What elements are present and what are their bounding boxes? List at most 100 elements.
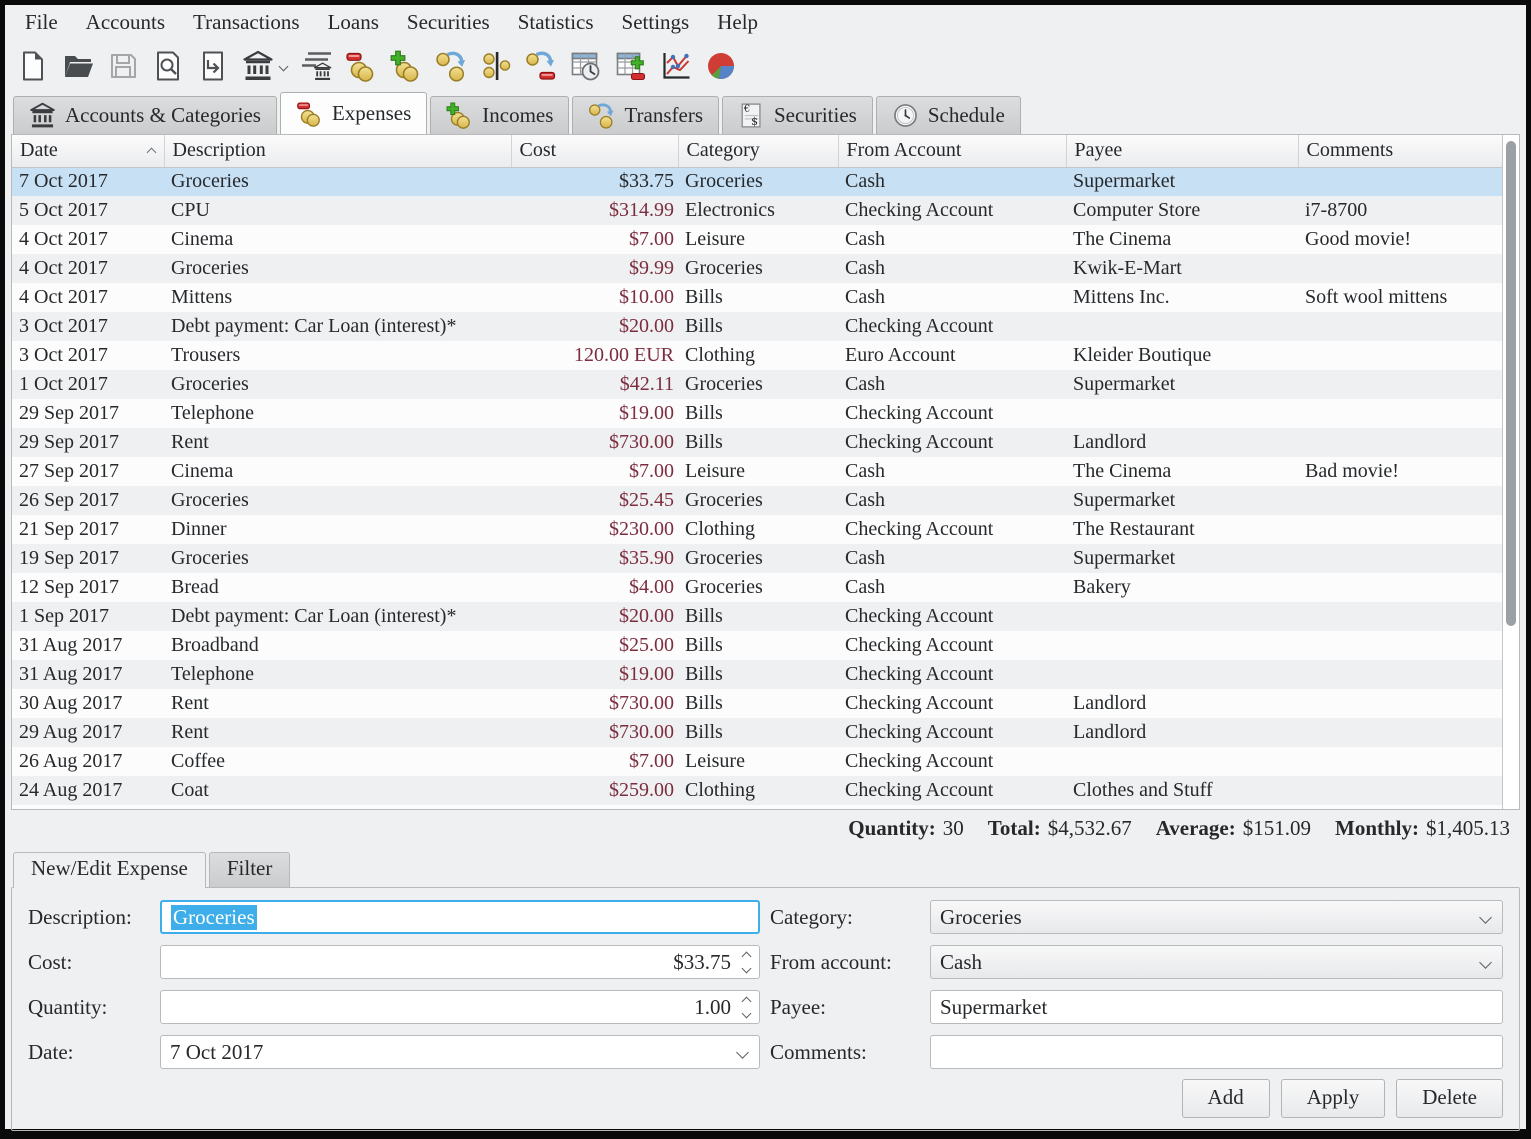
payee-input[interactable]: Supermarket <box>930 990 1503 1024</box>
menu-transactions[interactable]: Transactions <box>179 7 314 40</box>
menu-settings[interactable]: Settings <box>608 7 704 40</box>
new-transfer-button[interactable] <box>435 48 467 84</box>
table-row[interactable]: 19 Sep 2017Groceries$35.90GroceriesCashS… <box>12 544 1502 573</box>
delete-button[interactable]: Delete <box>1396 1079 1503 1118</box>
categories-pie-chart-button[interactable] <box>705 48 737 84</box>
new-expense-button[interactable] <box>345 48 377 84</box>
table-row[interactable]: 1 Oct 2017Groceries$42.11GroceriesCashSu… <box>12 370 1502 399</box>
column-header-description[interactable]: Description <box>164 135 511 167</box>
split-transaction-button[interactable] <box>480 48 512 84</box>
scrollbar-thumb[interactable] <box>1506 141 1516 626</box>
cell-comments <box>1298 341 1502 370</box>
cost-input[interactable]: $33.75 <box>160 945 760 979</box>
cell-cost: $9.99 <box>511 254 678 283</box>
menu-statistics[interactable]: Statistics <box>504 7 608 40</box>
table-row[interactable]: 27 Sep 2017Cinema$7.00LeisureCashThe Cin… <box>12 457 1502 486</box>
column-header-cost[interactable]: Cost <box>511 135 678 167</box>
cell-date: 27 Sep 2017 <box>12 457 164 486</box>
table-row[interactable]: 29 Aug 2017Rent$730.00BillsChecking Acco… <box>12 718 1502 747</box>
tab-schedule[interactable]: Schedule <box>876 96 1021 134</box>
table-row[interactable]: 4 Oct 2017Mittens$10.00BillsCashMittens … <box>12 283 1502 312</box>
cell-payee: The Cinema <box>1066 225 1298 254</box>
table-row[interactable]: 1 Sep 2017Debt payment: Car Loan (intere… <box>12 602 1502 631</box>
cell-date: 29 Sep 2017 <box>12 428 164 457</box>
menu-loans[interactable]: Loans <box>314 7 393 40</box>
tab-expenses[interactable]: Expenses <box>280 92 427 134</box>
cell-comments <box>1298 660 1502 689</box>
cell-description: Broadband <box>164 631 511 660</box>
table-row[interactable]: 3 Oct 2017Trousers120.00 EURClothingEuro… <box>12 341 1502 370</box>
tab-accounts-categories[interactable]: Accounts & Categories <box>13 96 277 134</box>
cost-spinner[interactable] <box>743 953 750 972</box>
open-file-button[interactable] <box>62 48 94 84</box>
vertical-scrollbar[interactable] <box>1502 135 1519 809</box>
comments-input[interactable] <box>930 1035 1503 1069</box>
quantity-spinner[interactable] <box>743 998 750 1017</box>
spin-down-icon[interactable] <box>742 963 752 973</box>
cell-description: Telephone <box>164 399 511 428</box>
table-row[interactable]: 31 Aug 2017Broadband$25.00BillsChecking … <box>12 631 1502 660</box>
new-account-button[interactable] <box>242 48 287 84</box>
table-row[interactable]: 31 Aug 2017Telephone$19.00BillsChecking … <box>12 660 1502 689</box>
new-income-button[interactable] <box>390 48 422 84</box>
table-row[interactable]: 12 Sep 2017Bread$4.00GroceriesCashBakery <box>12 573 1502 602</box>
column-header-date[interactable]: Date <box>12 135 164 167</box>
chart-over-time-button[interactable] <box>660 48 692 84</box>
tab-incomes[interactable]: Incomes <box>430 96 569 134</box>
column-label: From Account <box>847 139 962 161</box>
spin-down-icon[interactable] <box>742 1008 752 1018</box>
date-select[interactable]: 7 Oct 2017 <box>160 1035 760 1069</box>
apply-button[interactable]: Apply <box>1281 1079 1386 1118</box>
import-button[interactable] <box>197 48 229 84</box>
cell-description: Debt payment: Car Loan (interest)* <box>164 312 511 341</box>
table-row[interactable]: 29 Sep 2017Rent$730.00BillsChecking Acco… <box>12 428 1502 457</box>
cell-from-account: Cash <box>838 544 1066 573</box>
save-button <box>107 48 139 84</box>
spin-up-icon[interactable] <box>742 996 752 1006</box>
coins-plus-icon <box>390 50 422 82</box>
table-row[interactable]: 26 Sep 2017Groceries$25.45GroceriesCashS… <box>12 486 1502 515</box>
quantity-value: 1.00 <box>694 995 731 1020</box>
table-row[interactable]: 3 Oct 2017Debt payment: Car Loan (intere… <box>12 312 1502 341</box>
table-row[interactable]: 4 Oct 2017Cinema$7.00LeisureCashThe Cine… <box>12 225 1502 254</box>
table-row[interactable]: 26 Aug 2017Coffee$7.00LeisureChecking Ac… <box>12 747 1502 776</box>
quantity-input[interactable]: 1.00 <box>160 990 760 1024</box>
menu-accounts[interactable]: Accounts <box>72 7 179 40</box>
editor-tab-new-edit-expense[interactable]: New/Edit Expense <box>13 852 206 888</box>
cell-category: Bills <box>678 631 838 660</box>
column-header-payee[interactable]: Payee <box>1066 135 1298 167</box>
menu-file[interactable]: File <box>11 7 72 40</box>
table-row[interactable]: 29 Sep 2017Telephone$19.00BillsChecking … <box>12 399 1502 428</box>
account-ledger-button[interactable] <box>300 48 332 84</box>
spin-up-icon[interactable] <box>742 951 752 961</box>
column-header-category[interactable]: Category <box>678 135 838 167</box>
from-account-select[interactable]: Cash <box>930 945 1503 979</box>
menu-securities[interactable]: Securities <box>393 7 504 40</box>
column-header-from-account[interactable]: From Account <box>838 135 1066 167</box>
edit-scheduled-button[interactable] <box>615 48 647 84</box>
table-row[interactable]: 7 Oct 2017Groceries$33.75GroceriesCashSu… <box>12 167 1502 196</box>
description-input[interactable]: Groceries <box>160 900 760 934</box>
tab-transfers[interactable]: Transfers <box>572 96 719 134</box>
editor-tab-filter[interactable]: Filter <box>209 852 291 887</box>
table-row[interactable]: 24 Aug 2017Coat$259.00ClothingChecking A… <box>12 776 1502 805</box>
column-header-comments[interactable]: Comments <box>1298 135 1502 167</box>
new-file-button[interactable] <box>17 48 49 84</box>
refund-button[interactable] <box>525 48 557 84</box>
table-row[interactable]: 4 Oct 2017Groceries$9.99GroceriesCashKwi… <box>12 254 1502 283</box>
table-row[interactable]: 5 Oct 2017CPU$314.99ElectronicsChecking … <box>12 196 1502 225</box>
table-row[interactable]: 21 Sep 2017Dinner$230.00ClothingChecking… <box>12 515 1502 544</box>
tab-securities[interactable]: Securities <box>722 96 873 134</box>
cell-payee <box>1066 602 1298 631</box>
cell-from-account: Checking Account <box>838 428 1066 457</box>
table-row[interactable]: 30 Aug 2017Rent$730.00BillsChecking Acco… <box>12 689 1502 718</box>
cell-payee <box>1066 312 1298 341</box>
schedule-transaction-button[interactable] <box>570 48 602 84</box>
menu-help[interactable]: Help <box>703 7 772 40</box>
add-button[interactable]: Add <box>1182 1079 1270 1118</box>
cell-category: Clothing <box>678 515 838 544</box>
category-select[interactable]: Groceries <box>930 900 1503 934</box>
print-preview-button[interactable] <box>152 48 184 84</box>
cell-date: 4 Oct 2017 <box>12 254 164 283</box>
new-file-icon <box>17 50 49 82</box>
